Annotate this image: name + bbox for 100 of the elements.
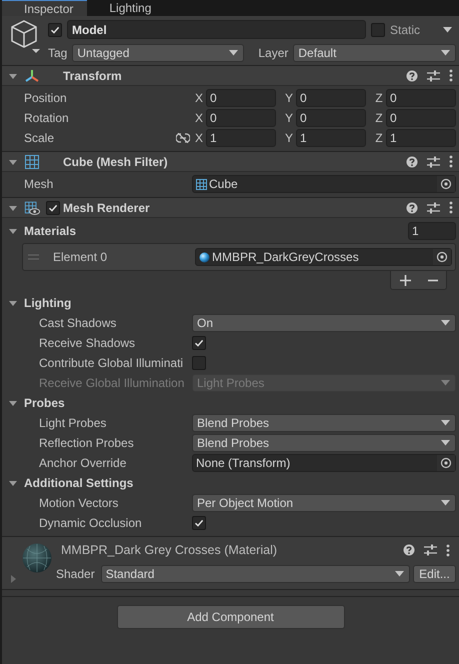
grid-icon — [24, 154, 40, 170]
checkbox[interactable] — [192, 356, 206, 370]
axis-label: X — [194, 131, 204, 145]
size-field[interactable]: 1 — [408, 222, 456, 240]
presets-icon[interactable] — [427, 202, 440, 214]
more-icon[interactable] — [449, 201, 453, 214]
dropdown[interactable]: Blend Probes — [192, 414, 456, 432]
axes-icon — [24, 68, 40, 84]
dropdown[interactable]: Standard — [100, 565, 410, 583]
number-field[interactable]: 1 — [386, 129, 456, 147]
caret-icon — [441, 50, 450, 56]
caret-icon — [441, 380, 450, 386]
checkbox[interactable] — [48, 22, 62, 36]
plus-icon[interactable] — [400, 274, 410, 286]
picker-icon[interactable] — [433, 249, 451, 265]
property-label: Element 0 — [53, 250, 108, 264]
add-component-button[interactable]: Add Component — [116, 605, 344, 629]
dropdown[interactable]: Untagged — [72, 44, 244, 62]
checkbox[interactable] — [192, 336, 206, 350]
axis-label: X — [194, 91, 204, 105]
property-label: Scale — [24, 131, 54, 145]
dropdown[interactable]: On — [192, 314, 456, 332]
foldout-icon[interactable] — [8, 398, 18, 408]
name-field[interactable]: Model — [67, 20, 366, 39]
section-label: Lighting — [24, 296, 72, 310]
property-label: Reflection Probes — [39, 436, 135, 450]
check-icon — [194, 338, 204, 348]
number-field[interactable]: 0 — [296, 109, 366, 127]
axis-label: Z — [374, 111, 384, 125]
axis-label: Y — [284, 91, 294, 105]
axis-label: Z — [374, 91, 384, 105]
checkbox[interactable] — [192, 516, 206, 530]
component-title: Mesh Renderer — [63, 200, 150, 214]
number-field[interactable]: 0 — [296, 89, 366, 107]
caret-icon — [229, 50, 238, 56]
checkbox[interactable] — [370, 22, 385, 36]
help-icon[interactable] — [406, 202, 418, 214]
check-icon — [194, 518, 204, 528]
help-icon[interactable] — [406, 156, 418, 168]
object-field[interactable]: None (Transform) — [192, 454, 456, 472]
cube-icon[interactable] — [10, 18, 42, 54]
number-field[interactable]: 0 — [386, 109, 456, 127]
property-label: Position — [24, 91, 67, 105]
picker-icon[interactable] — [437, 176, 455, 192]
presets-icon[interactable] — [427, 156, 440, 168]
dropdown[interactable]: Default — [293, 44, 456, 62]
number-field[interactable]: 0 — [206, 89, 276, 107]
checkbox[interactable] — [46, 200, 60, 214]
more-icon[interactable] — [449, 155, 453, 168]
object-field[interactable]: MMBPR_DarkGreyCrosses — [195, 248, 452, 266]
section-label: Additional Settings — [24, 476, 134, 490]
caret-icon — [441, 320, 450, 326]
property-label: Dynamic Occlusion — [39, 516, 143, 530]
number-field[interactable]: 1 — [206, 129, 276, 147]
number-field[interactable]: 1 — [296, 129, 366, 147]
check-icon — [48, 202, 58, 212]
more-icon[interactable] — [446, 544, 450, 556]
more-icon[interactable] — [449, 69, 453, 82]
number-field[interactable]: 0 — [386, 89, 456, 107]
property-label: Receive Shadows — [39, 336, 136, 350]
section-label: Materials — [24, 224, 76, 238]
property-label: Shader — [56, 567, 95, 581]
picker-icon[interactable] — [437, 455, 455, 471]
caret-icon — [441, 500, 450, 506]
axis-label: Y — [284, 131, 294, 145]
unlinked-chain-icon[interactable] — [176, 133, 190, 143]
tab[interactable]: Inspector — [2, 0, 88, 16]
grid-icon — [196, 178, 207, 190]
sphere-icon — [199, 252, 210, 262]
dropdown[interactable]: Blend Probes — [192, 434, 456, 452]
section-label: Probes — [24, 396, 65, 410]
material-title: MMBPR_Dark Grey Crosses (Material) — [61, 543, 278, 557]
edit-button[interactable]: Edit... — [413, 565, 456, 583]
property-label: Cast Shadows — [39, 316, 118, 330]
tag-label: Tag — [48, 46, 68, 60]
property-label: Anchor Override — [39, 456, 128, 470]
property-label: Mesh — [24, 177, 54, 191]
component-title: Transform — [63, 68, 122, 82]
foldout-icon[interactable] — [8, 478, 18, 488]
dropdown[interactable]: Per Object Motion — [192, 494, 456, 512]
material-preview-icon — [22, 543, 52, 573]
drag-handle-icon[interactable] — [28, 254, 39, 260]
caret-icon — [395, 571, 404, 577]
property-label: Rotation — [24, 111, 69, 125]
property-label: Light Probes — [39, 416, 108, 430]
axis-label: Y — [284, 111, 294, 125]
static-label: Static — [390, 22, 420, 36]
component-title: Cube (Mesh Filter) — [63, 154, 168, 168]
property-label: Motion Vectors — [39, 496, 120, 510]
caret-icon[interactable] — [443, 26, 452, 32]
help-icon[interactable] — [406, 70, 418, 82]
tab[interactable]: Lighting — [87, 0, 166, 16]
foldout-icon[interactable] — [8, 298, 18, 308]
presets-icon[interactable] — [427, 70, 440, 82]
object-field[interactable]: Cube — [192, 175, 456, 193]
layer-label: Layer — [258, 46, 288, 60]
number-field[interactable]: 0 — [206, 109, 276, 127]
help-icon[interactable] — [403, 544, 415, 556]
check-icon — [50, 24, 60, 34]
presets-icon[interactable] — [424, 544, 437, 556]
